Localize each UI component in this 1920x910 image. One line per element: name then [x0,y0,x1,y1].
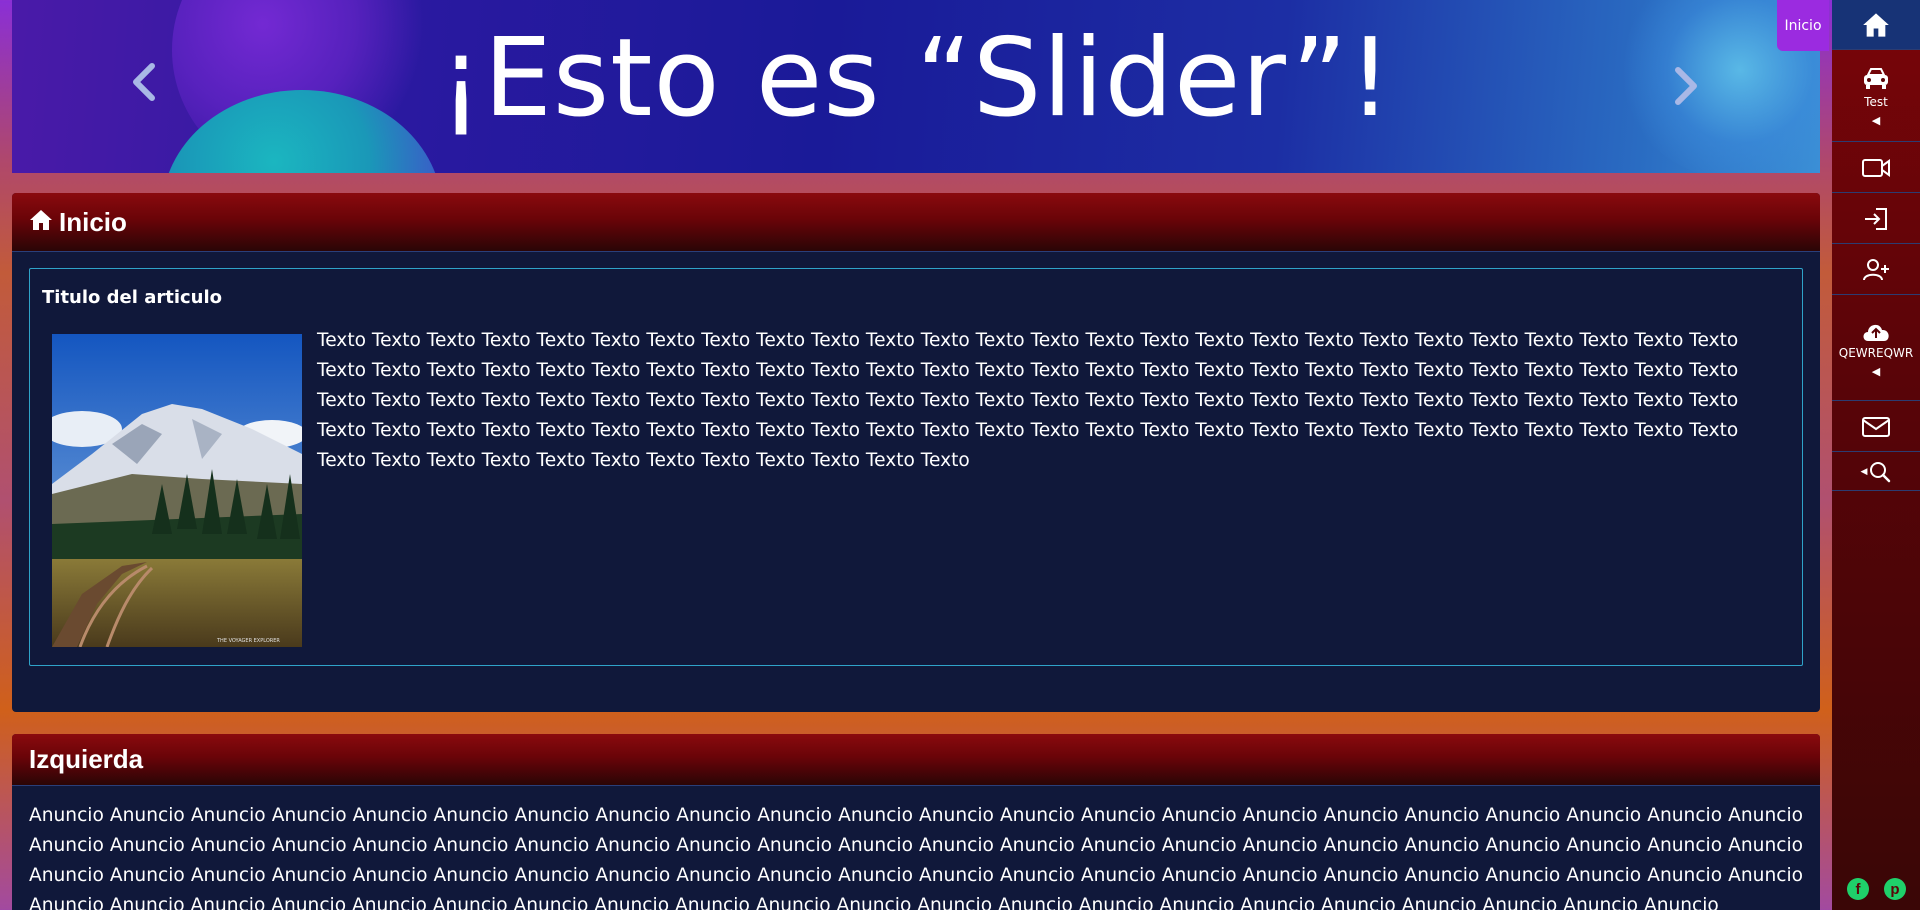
hero-slider[interactable]: ¡Esto es “Slider”! [12,0,1820,173]
inicio-panel-header: Inicio [12,193,1820,252]
slider-title: ¡Esto es “Slider”! [439,16,1393,141]
sidebar-item-register[interactable] [1832,245,1920,295]
article-title: Titulo del articulo [42,287,223,308]
article-body: Texto Texto Texto Texto Texto Texto Text… [317,330,1739,471]
search-icon [1870,461,1891,482]
house-icon [1863,12,1889,37]
sidebar-item-label: QEWREQWR [1838,346,1914,360]
cloud-upload-icon [1863,324,1889,341]
sidebar-item-search[interactable]: ◀ [1832,453,1920,491]
pinterest-icon[interactable]: p [1884,878,1906,900]
izquierda-panel-header: Izquierda [12,734,1820,786]
main-column: ¡Esto es “Slider”! Inicio Titulo del art… [12,0,1820,910]
sign-in-icon [1865,207,1887,230]
chevron-right-icon [1675,67,1697,105]
facebook-icon[interactable]: f [1847,878,1869,900]
sidebar-item-contact[interactable] [1832,402,1920,452]
envelope-icon [1862,416,1890,437]
sidebar-item-upload[interactable]: QEWREQWR ◀ [1832,296,1920,401]
article-card: Titulo del articulo THE VOYAGER EXPLORER… [29,268,1803,666]
add-user-icon [1863,258,1889,280]
taxi-icon [1864,68,1888,89]
house-icon [29,209,53,235]
sidebar-item-video[interactable] [1832,143,1920,193]
caret-left-icon: ◀ [1871,114,1881,127]
caret-left-icon: ◀ [1871,365,1881,378]
sidebar-item-login[interactable] [1832,194,1920,244]
sidebar-item-label: Test [1864,95,1888,109]
sidebar-item-test[interactable]: Test ◀ [1832,51,1920,142]
slider-next-button[interactable] [1674,66,1700,114]
image-watermark: THE VOYAGER EXPLORER [216,638,280,644]
panel-title: Inicio [59,206,127,237]
inicio-panel: Inicio Titulo del articulo THE VOYAGER E… [12,193,1820,712]
article-image: THE VOYAGER EXPLORER [52,334,302,647]
sidebar-item-inicio[interactable] [1832,0,1920,50]
ads-text: Anuncio Anuncio Anuncio Anuncio Anuncio … [29,805,1803,910]
caret-left-icon: ◀ [1860,466,1868,477]
izquierda-panel: Izquierda Anuncio Anuncio Anuncio Anunci… [12,734,1820,910]
panel-title: Izquierda [29,744,144,774]
sidebar-tooltip: Inicio [1777,0,1829,51]
video-camera-icon [1862,158,1890,177]
right-sidebar: Test ◀ QEWREQWR ◀ ◀ f p [1832,0,1920,910]
